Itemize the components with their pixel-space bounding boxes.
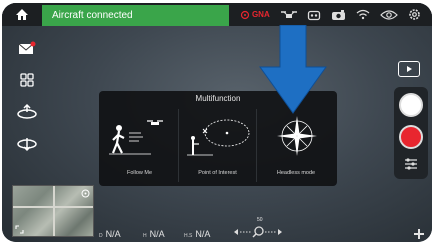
landing-icon (17, 138, 37, 152)
settings-button[interactable] (408, 8, 421, 21)
height-key: H (143, 233, 147, 239)
controller-status-button[interactable] (307, 9, 321, 21)
controller-icon (308, 10, 321, 20)
follow-me-icon (109, 120, 163, 155)
gps-icon (240, 10, 250, 19)
gps-indicator[interactable]: GNA (240, 10, 270, 20)
top-status-bar: Aircraft connected GNA (2, 3, 432, 26)
wifi-status-button[interactable] (356, 9, 370, 20)
mail-icon (18, 41, 36, 54)
layout-button[interactable] (14, 67, 40, 93)
camera-status-button[interactable] (331, 9, 346, 21)
height-readout: H N/A (143, 229, 165, 239)
distance-readout: D N/A (99, 229, 121, 239)
highlight-arrow (259, 25, 327, 114)
view-toggle-button[interactable] (380, 9, 398, 20)
zoom-slider-icon (234, 226, 282, 238)
follow-me-option[interactable]: Follow Me (101, 109, 179, 182)
point-of-interest-icon (187, 119, 250, 156)
home-icon (16, 9, 28, 20)
map-road (53, 186, 55, 236)
camera-settings-button[interactable] (404, 157, 418, 175)
map-recenter-icon[interactable] (81, 189, 90, 198)
plus-icon (414, 229, 424, 239)
camera-icon (332, 9, 346, 20)
point-of-interest-label: Point of Interest (198, 170, 237, 176)
messages-button[interactable] (14, 35, 40, 61)
gps-label: GNA (251, 10, 270, 19)
capture-panel (394, 87, 428, 179)
eye-icon (380, 9, 398, 20)
zoom-value: 50 (257, 217, 263, 223)
playback-button[interactable] (398, 61, 420, 77)
settings-sliders-icon (405, 158, 417, 170)
follow-me-label: Follow Me (126, 170, 153, 176)
point-of-interest-option[interactable]: Point of Interest (179, 109, 257, 182)
grid-icon (20, 73, 34, 87)
app-screen: Aircraft connected GNA Multifunction Fol… (2, 3, 432, 242)
headless-mode-option[interactable]: Headless mode (257, 109, 335, 182)
status-icons: GNA (229, 8, 432, 21)
height-value: N/A (149, 229, 165, 239)
drone-icon (280, 10, 297, 18)
video-playback-icon (407, 66, 412, 72)
gear-icon (409, 9, 420, 20)
add-button[interactable] (414, 227, 424, 242)
drone-status-button[interactable] (280, 10, 298, 20)
takeoff-button[interactable] (14, 99, 40, 125)
headless-mode-icon (277, 116, 317, 156)
wifi-icon (356, 9, 370, 20)
horizontal-speed-value: N/A (195, 229, 211, 239)
record-button[interactable] (399, 125, 423, 149)
horizontal-speed-key: H.S (184, 233, 193, 239)
distance-value: N/A (105, 229, 121, 239)
takeoff-icon (17, 103, 37, 119)
zoom-control[interactable]: 50 (232, 217, 292, 241)
home-button[interactable] (2, 3, 42, 26)
connection-status-text: Aircraft connected (52, 9, 133, 21)
map-expand-icon[interactable] (15, 225, 24, 234)
headless-mode-label: Headless mode (276, 170, 316, 176)
connection-status: Aircraft connected (42, 4, 229, 26)
distance-key: D (99, 233, 103, 239)
landing-button[interactable] (14, 131, 40, 157)
photo-shutter-button[interactable] (399, 93, 423, 117)
horizontal-speed-readout: H.S N/A (184, 229, 210, 239)
left-toolbar (14, 35, 40, 163)
minimap[interactable] (12, 185, 94, 237)
